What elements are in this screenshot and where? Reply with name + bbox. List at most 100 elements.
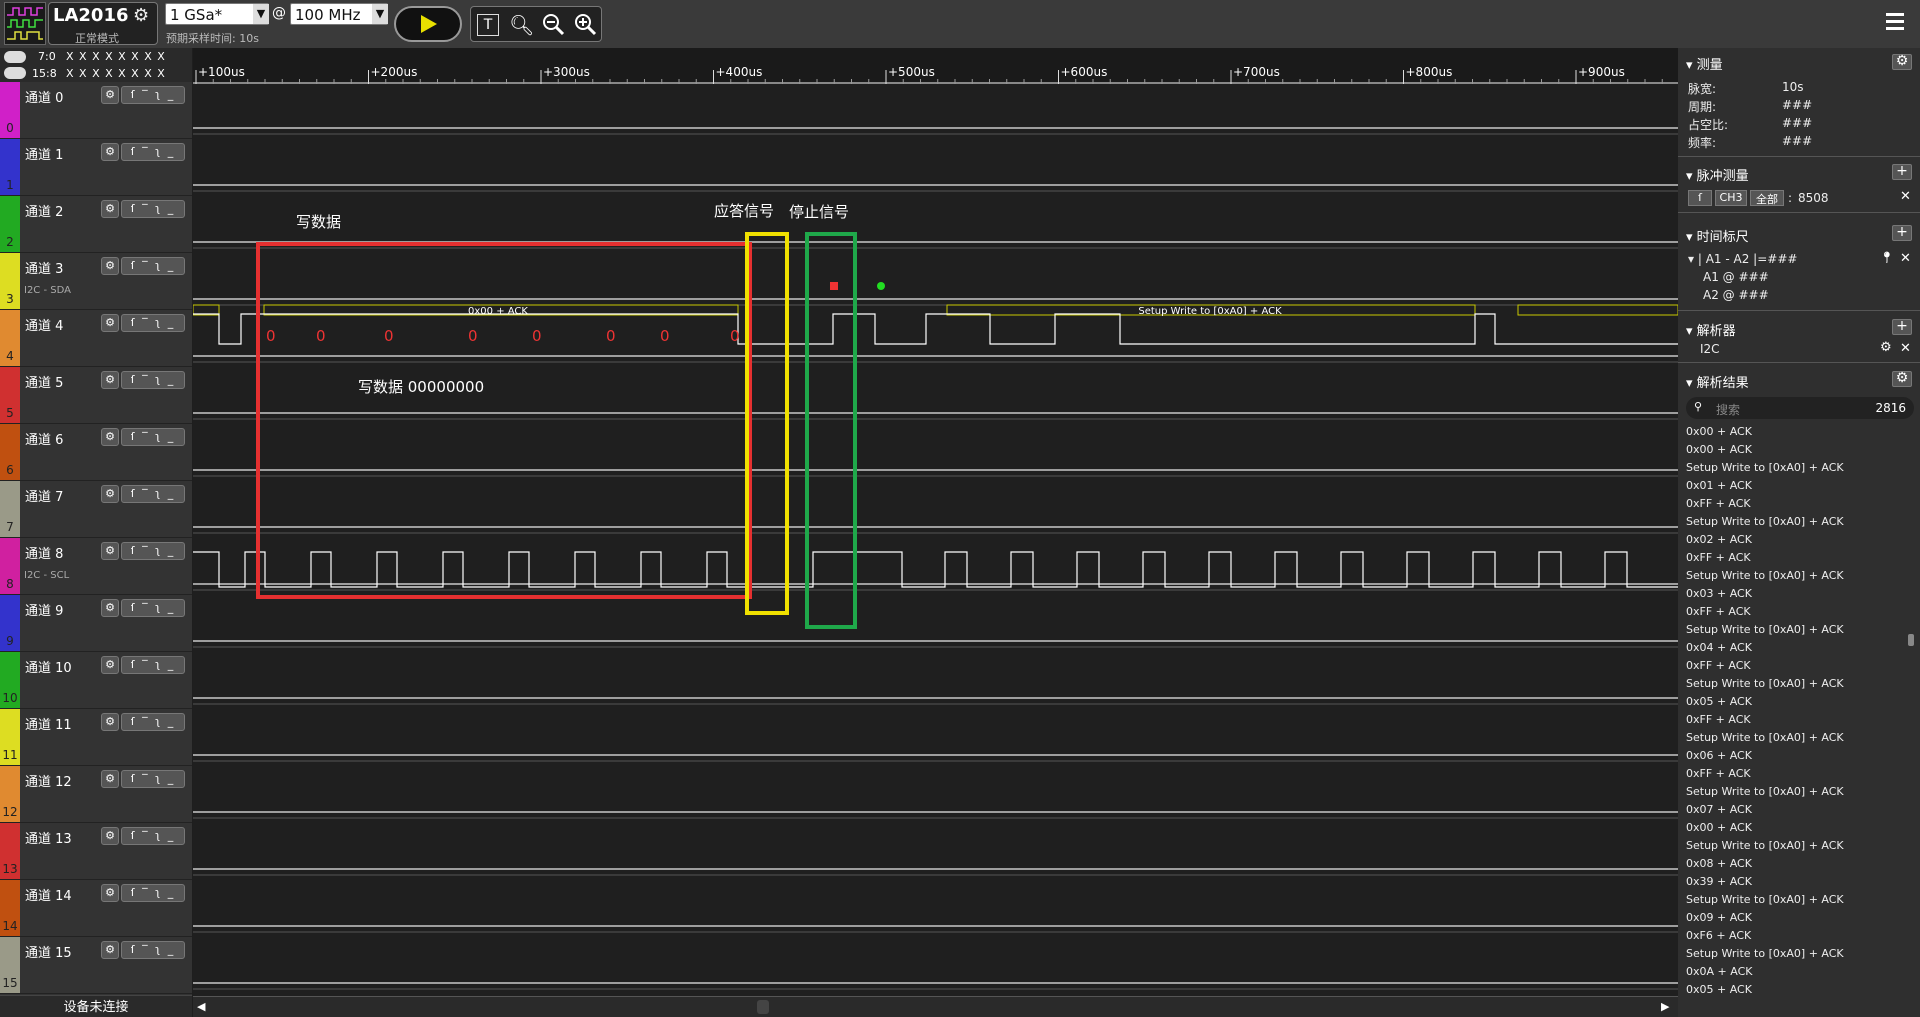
close-icon[interactable]: ✕ <box>1900 189 1911 204</box>
pulse-header[interactable]: ▾ 脉冲测量 <box>1686 165 1749 184</box>
results-list[interactable]: 0x00 + ACK 0x00 + ACK Setup Write to [0xA0… <box>1678 425 1920 1017</box>
channel-row[interactable]: 10 通道 10 ⚙ ſ ‾ ʅ _ <box>0 652 192 709</box>
channel-row[interactable]: 12 通道 12 ⚙ ſ ‾ ʅ _ <box>0 766 192 823</box>
result-item[interactable]: 0x39 + ACK <box>1686 875 1752 888</box>
channel-row[interactable]: 8 通道 8 I2C - SCL ⚙ ſ ‾ ʅ _ <box>0 538 192 595</box>
result-item[interactable]: Setup Write to [0xA0] + ACK <box>1686 893 1844 906</box>
gear-icon[interactable]: ⚙ <box>101 314 119 332</box>
pulse-channel[interactable]: CH3 <box>1715 190 1747 206</box>
scroll-right-icon[interactable]: ▶ <box>1661 1000 1669 1013</box>
result-item[interactable]: 0x02 + ACK <box>1686 533 1752 546</box>
trigger-edge-icon[interactable]: ſ ‾ ʅ _ <box>121 314 185 332</box>
channel-row[interactable]: 3 通道 3 I2C - SDA ⚙ ſ ‾ ʅ _ <box>0 253 192 310</box>
chevron-down-icon[interactable]: ▼ <box>253 4 269 24</box>
result-item[interactable]: 0xFF + ACK <box>1686 497 1751 510</box>
add-icon[interactable]: + <box>1892 164 1912 180</box>
result-item[interactable]: 0xFF + ACK <box>1686 551 1751 564</box>
result-item[interactable]: 0x00 + ACK <box>1686 821 1752 834</box>
result-item[interactable]: Setup Write to [0xA0] + ACK <box>1686 515 1844 528</box>
result-item[interactable]: 0xFF + ACK <box>1686 767 1751 780</box>
ruler-header[interactable]: ▾ 时间标尺 <box>1686 226 1749 245</box>
trigger-edge-icon[interactable]: ſ ‾ ʅ _ <box>121 713 185 731</box>
result-item[interactable]: 0x09 + ACK <box>1686 911 1752 924</box>
result-item[interactable]: 0x03 + ACK <box>1686 587 1752 600</box>
group-toggle[interactable] <box>4 51 26 63</box>
result-item[interactable]: 0x00 + ACK <box>1686 425 1752 438</box>
channel-row[interactable]: 7 通道 7 ⚙ ſ ‾ ʅ _ <box>0 481 192 538</box>
zoom-in-icon[interactable] <box>573 12 597 36</box>
zoom-out-icon[interactable] <box>541 12 565 36</box>
gear-icon[interactable]: ⚙ <box>101 941 119 959</box>
trigger-edge-icon[interactable]: ſ ‾ ʅ _ <box>121 941 185 959</box>
trigger-edge-icon[interactable]: ſ ‾ ʅ _ <box>121 371 185 389</box>
gear-icon[interactable]: ⚙ <box>101 428 119 446</box>
gear-icon[interactable]: ⚙ <box>101 542 119 560</box>
result-item[interactable]: Setup Write to [0xA0] + ACK <box>1686 947 1844 960</box>
result-item[interactable]: 0x07 + ACK <box>1686 803 1752 816</box>
trigger-edge-icon[interactable]: ſ ‾ ʅ _ <box>121 143 185 161</box>
close-icon[interactable]: ✕ <box>1900 251 1911 266</box>
decoder-header[interactable]: ▾ 解析器 <box>1686 320 1736 339</box>
result-item[interactable]: Setup Write to [0xA0] + ACK <box>1686 677 1844 690</box>
measure-header[interactable]: ▾ 测量 <box>1686 54 1723 73</box>
horizontal-scrollbar[interactable]: ◀ ▶ <box>193 996 1678 1017</box>
channel-row[interactable]: 15 通道 15 ⚙ ſ ‾ ʅ _ <box>0 937 192 994</box>
result-item[interactable]: Setup Write to [0xA0] + ACK <box>1686 569 1844 582</box>
start-button[interactable] <box>394 6 462 42</box>
trigger-edge-icon[interactable]: ſ ‾ ʅ _ <box>121 485 185 503</box>
channel-row[interactable]: 5 通道 5 ⚙ ſ ‾ ʅ _ <box>0 367 192 424</box>
zoom-fit-icon[interactable]: 🔍︎ <box>509 13 534 37</box>
group-toggle[interactable] <box>4 67 26 79</box>
channel-row[interactable]: 6 通道 6 ⚙ ſ ‾ ʅ _ <box>0 424 192 481</box>
result-item[interactable]: 0xF6 + ACK <box>1686 929 1751 942</box>
result-item[interactable]: 0x04 + ACK <box>1686 641 1752 654</box>
channel-row[interactable]: 13 通道 13 ⚙ ſ ‾ ʅ _ <box>0 823 192 880</box>
trigger-edge-icon[interactable]: ſ ‾ ʅ _ <box>121 656 185 674</box>
trigger-edge-icon[interactable]: ſ ‾ ʅ _ <box>121 200 185 218</box>
gear-icon[interactable]: ⚙ <box>101 86 119 104</box>
trigger-edge-icon[interactable]: ſ ‾ ʅ _ <box>121 542 185 560</box>
trigger-edge-icon[interactable]: ſ ‾ ʅ _ <box>121 770 185 788</box>
text-tool-icon[interactable]: T <box>477 14 499 36</box>
result-item[interactable]: Setup Write to [0xA0] + ACK <box>1686 461 1844 474</box>
frequency-select[interactable]: 100 MHz ▼ <box>290 3 388 25</box>
gear-icon[interactable]: ⚙ <box>1880 340 1892 355</box>
result-item[interactable]: Setup Write to [0xA0] + ACK <box>1686 731 1844 744</box>
gear-icon[interactable]: ⚙ <box>133 5 149 26</box>
waveform-canvas[interactable]: +100us +200us +300us +400us +500us +600us +700… <box>193 48 1678 998</box>
sample-rate-select[interactable]: 1 GSa* ▼ <box>165 3 269 25</box>
scroll-thumb[interactable] <box>757 1000 769 1014</box>
result-item[interactable]: 0x05 + ACK <box>1686 695 1752 708</box>
edge-icon[interactable]: ſ <box>1688 190 1712 206</box>
channel-row[interactable]: 2 通道 2 ⚙ ſ ‾ ʅ _ <box>0 196 192 253</box>
channel-row[interactable]: 0 通道 0 ⚙ ſ ‾ ʅ _ <box>0 82 192 139</box>
trigger-edge-icon[interactable]: ſ ‾ ʅ _ <box>121 428 185 446</box>
scroll-left-icon[interactable]: ◀ <box>197 1000 205 1013</box>
add-icon[interactable]: + <box>1892 225 1912 241</box>
gear-icon[interactable]: ⚙ <box>101 827 119 845</box>
result-item[interactable]: 0x05 + ACK <box>1686 983 1752 996</box>
pin-icon[interactable]: 📍︎ <box>1880 251 1894 264</box>
trigger-edge-icon[interactable]: ſ ‾ ʅ _ <box>121 884 185 902</box>
gear-icon[interactable]: ⚙ <box>101 770 119 788</box>
result-item[interactable]: Setup Write to [0xA0] + ACK <box>1686 785 1844 798</box>
trigger-edge-icon[interactable]: ſ ‾ ʅ _ <box>121 599 185 617</box>
results-search[interactable]: ⚲ 搜索 2816 <box>1686 397 1914 419</box>
result-item[interactable]: 0x06 + ACK <box>1686 749 1752 762</box>
result-item[interactable]: 0xFF + ACK <box>1686 605 1751 618</box>
channel-row[interactable]: 11 通道 11 ⚙ ſ ‾ ʅ _ <box>0 709 192 766</box>
gear-icon[interactable]: ⚙ <box>101 884 119 902</box>
gear-icon[interactable]: ⚙ <box>101 599 119 617</box>
result-item[interactable]: 0x0A + ACK <box>1686 965 1752 978</box>
close-icon[interactable]: ✕ <box>1900 341 1911 356</box>
channel-row[interactable]: 14 通道 14 ⚙ ſ ‾ ʅ _ <box>0 880 192 937</box>
gear-icon[interactable]: ⚙ <box>101 713 119 731</box>
trigger-edge-icon[interactable]: ſ ‾ ʅ _ <box>121 257 185 275</box>
result-item[interactable]: Setup Write to [0xA0] + ACK <box>1686 623 1844 636</box>
device-badge[interactable]: LA2016 ⚙ 正常模式 <box>48 2 158 45</box>
channel-row[interactable]: 1 通道 1 ⚙ ſ ‾ ʅ _ <box>0 139 192 196</box>
gear-icon[interactable]: ⚙ <box>101 200 119 218</box>
channel-row[interactable]: 4 通道 4 ⚙ ſ ‾ ʅ _ <box>0 310 192 367</box>
results-scrollbar[interactable] <box>1908 634 1914 646</box>
waveform-view[interactable]: +100us +200us +300us +400us +500us +600us +700… <box>193 48 1678 1017</box>
